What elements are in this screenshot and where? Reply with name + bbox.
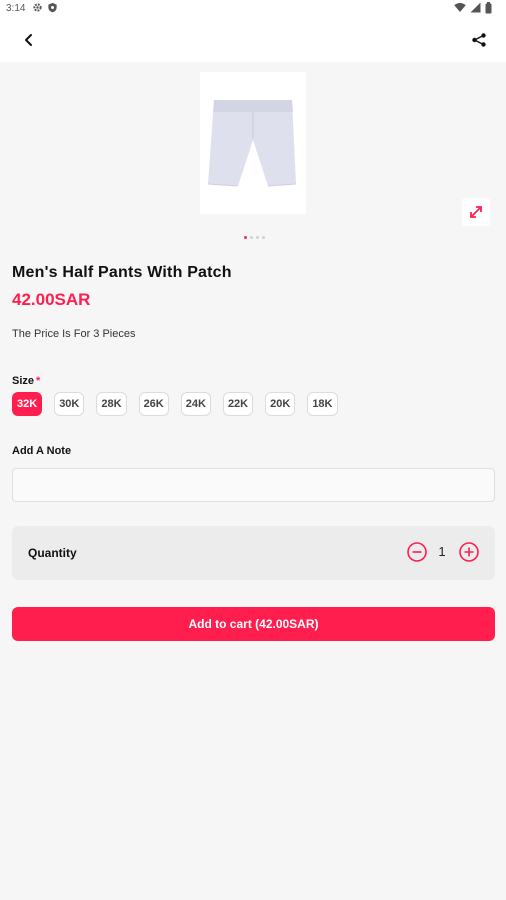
expand-image-button[interactable]: [462, 198, 490, 226]
note-label: Add A Note: [12, 445, 72, 457]
note-input[interactable]: [12, 468, 495, 502]
quantity-decrease-button[interactable]: [406, 541, 428, 563]
carousel-dot[interactable]: [262, 236, 265, 239]
shield-icon: [48, 2, 57, 13]
size-option-22k[interactable]: 22K: [222, 392, 254, 416]
size-option-20k[interactable]: 20K: [265, 392, 296, 416]
size-label: Size *: [12, 375, 40, 387]
arrow-left-icon: [25, 34, 32, 46]
size-option-30k[interactable]: 30K: [54, 392, 85, 416]
product-price: 42.00SAR: [12, 290, 91, 309]
share-icon: [472, 33, 486, 47]
size-options: 32K 30K 28K 26K 24K 22K 20K 18K: [12, 392, 338, 416]
quantity-panel: Quantity 1: [12, 526, 495, 580]
wifi-icon: [454, 2, 466, 13]
add-to-cart-button[interactable]: Add to cart (42.00SAR): [12, 607, 495, 641]
settings-gear-icon: [33, 3, 42, 12]
quantity-label: Quantity: [28, 546, 77, 560]
carousel-indicator: [244, 236, 265, 239]
status-bar: 3:14: [0, 0, 506, 18]
size-option-26k[interactable]: 26K: [138, 392, 169, 416]
expand-icon: [470, 206, 482, 218]
shorts-image: [200, 72, 306, 214]
size-option-18k[interactable]: 18K: [307, 392, 338, 416]
quantity-value: 1: [438, 544, 446, 559]
product-image[interactable]: [200, 72, 306, 214]
product-title: Men's Half Pants With Patch: [12, 264, 232, 281]
carousel-dot[interactable]: [244, 236, 247, 239]
back-button[interactable]: [14, 25, 44, 55]
size-option-32k[interactable]: 32K: [12, 392, 43, 416]
required-mark: *: [36, 375, 41, 387]
plus-circle-icon: [459, 542, 479, 562]
size-option-28k[interactable]: 28K: [96, 392, 127, 416]
size-option-24k[interactable]: 24K: [180, 392, 211, 416]
status-time: 3:14: [6, 3, 26, 14]
product-description: The Price Is For 3 Pieces: [12, 328, 136, 340]
quantity-increase-button[interactable]: [458, 541, 480, 563]
share-button[interactable]: [464, 25, 494, 55]
minus-circle-icon: [407, 542, 427, 562]
carousel-dot[interactable]: [256, 236, 259, 239]
battery-icon: [485, 2, 492, 14]
app-bar: [0, 18, 506, 62]
size-label-text: Size: [12, 375, 35, 387]
signal-icon: [470, 2, 481, 13]
carousel-dot[interactable]: [250, 236, 253, 239]
